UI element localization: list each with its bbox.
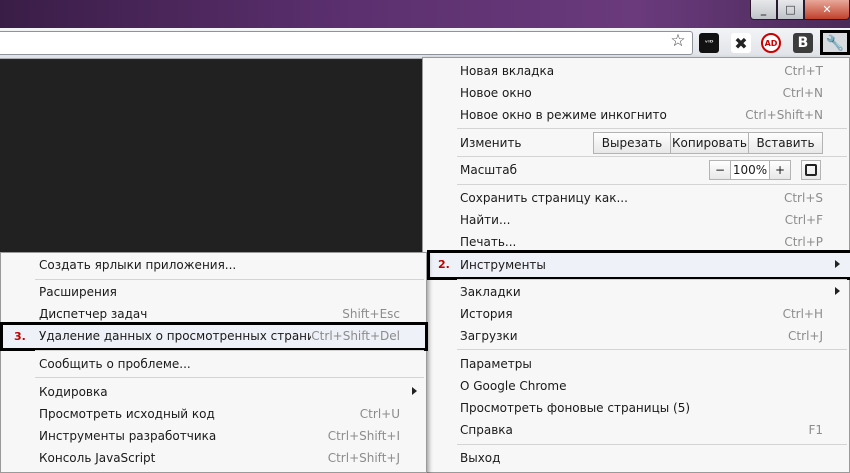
menu-item-background-pages[interactable]: Просмотреть фоновые страницы (5) bbox=[423, 397, 849, 419]
wrench-menu-button[interactable]: 🔧 bbox=[820, 30, 850, 55]
maximize-button[interactable]: □ bbox=[777, 0, 804, 20]
submenu-item-encoding[interactable]: Кодировка bbox=[1, 381, 426, 403]
separator bbox=[457, 128, 847, 129]
menu-item-new-tab[interactable]: Новая вкладка Ctrl+T bbox=[423, 60, 849, 82]
copy-button[interactable]: Копировать bbox=[671, 132, 749, 154]
menu-item-history[interactable]: История Ctrl+H bbox=[423, 303, 849, 325]
separator bbox=[35, 350, 424, 351]
fullscreen-button[interactable] bbox=[801, 160, 821, 180]
menu-item-downloads[interactable]: Загрузки Ctrl+J bbox=[423, 325, 849, 347]
fullscreen-icon bbox=[805, 164, 817, 176]
zoom-in-button[interactable]: + bbox=[769, 160, 791, 180]
menu-item-bookmarks[interactable]: Закладки bbox=[423, 281, 849, 303]
paste-button[interactable]: Вставить bbox=[749, 132, 823, 154]
menu-item-incognito[interactable]: Новое окно в режиме инкогнито Ctrl+Shift… bbox=[423, 104, 849, 126]
extension-icon-x[interactable]: ✖ bbox=[731, 33, 751, 53]
edit-button-group: Вырезать Копировать Вставить bbox=[593, 132, 823, 154]
cut-button[interactable]: Вырезать bbox=[593, 132, 671, 154]
menu-item-exit[interactable]: Выход bbox=[423, 447, 849, 469]
separator bbox=[35, 279, 424, 280]
close-button[interactable]: ✕ bbox=[804, 0, 850, 20]
toolbar: ☆ ᵛᴵᴰ ✖ AD B 🔧 bbox=[0, 28, 850, 59]
submenu-item-dev-tools[interactable]: Инструменты разработчика Ctrl+Shift+I bbox=[1, 425, 426, 447]
tools-submenu: Создать ярлыки приложения... Расширения … bbox=[0, 252, 428, 473]
menu-item-new-window[interactable]: Новое окно Ctrl+N bbox=[423, 82, 849, 104]
extension-icon-video[interactable]: ᵛᴵᴰ bbox=[699, 33, 719, 53]
menu-item-tools[interactable]: Инструменты bbox=[423, 254, 849, 276]
submenu-arrow-icon bbox=[835, 287, 840, 295]
separator bbox=[457, 279, 847, 280]
minimize-button[interactable]: _ bbox=[750, 0, 777, 20]
chrome-main-menu: Новая вкладка Ctrl+T Новое окно Ctrl+N Н… bbox=[422, 57, 850, 473]
bookmark-star-icon[interactable]: ☆ bbox=[668, 32, 688, 50]
submenu-arrow-icon bbox=[412, 387, 417, 395]
submenu-item-report-issue[interactable]: Сообщить о проблеме... bbox=[1, 353, 426, 375]
separator bbox=[457, 184, 847, 185]
submenu-item-js-console[interactable]: Консоль JavaScript Ctrl+Shift+J bbox=[1, 447, 426, 469]
menu-item-settings[interactable]: Параметры bbox=[423, 353, 849, 375]
submenu-item-view-source[interactable]: Просмотреть исходный код Ctrl+U bbox=[1, 403, 426, 425]
vk-extension-icon[interactable]: B bbox=[793, 33, 813, 53]
separator bbox=[457, 349, 847, 350]
menu-item-help[interactable]: Справка F1 bbox=[423, 419, 849, 441]
zoom-controls: − 100% + bbox=[709, 160, 791, 180]
zoom-level: 100% bbox=[731, 160, 769, 180]
window-controls: _ □ ✕ bbox=[750, 0, 850, 20]
menu-item-save-page[interactable]: Сохранить страницу как... Ctrl+S bbox=[423, 187, 849, 209]
menu-item-find[interactable]: Найти... Ctrl+F bbox=[423, 209, 849, 231]
wrench-icon: 🔧 bbox=[825, 33, 845, 52]
adblock-icon[interactable]: AD bbox=[761, 33, 781, 53]
separator bbox=[457, 444, 847, 445]
submenu-item-clear-browsing-data[interactable]: Удаление данных о просмотренных страница… bbox=[1, 325, 426, 347]
separator bbox=[457, 156, 847, 157]
menu-item-about[interactable]: О Google Chrome bbox=[423, 375, 849, 397]
submenu-arrow-icon bbox=[835, 260, 840, 268]
zoom-out-button[interactable]: − bbox=[709, 160, 731, 180]
submenu-item-extensions[interactable]: Расширения bbox=[1, 281, 426, 303]
separator bbox=[35, 377, 424, 378]
submenu-item-create-shortcuts[interactable]: Создать ярлыки приложения... bbox=[1, 254, 426, 276]
address-bar[interactable] bbox=[0, 31, 693, 55]
title-bar: _ □ ✕ bbox=[0, 0, 850, 28]
